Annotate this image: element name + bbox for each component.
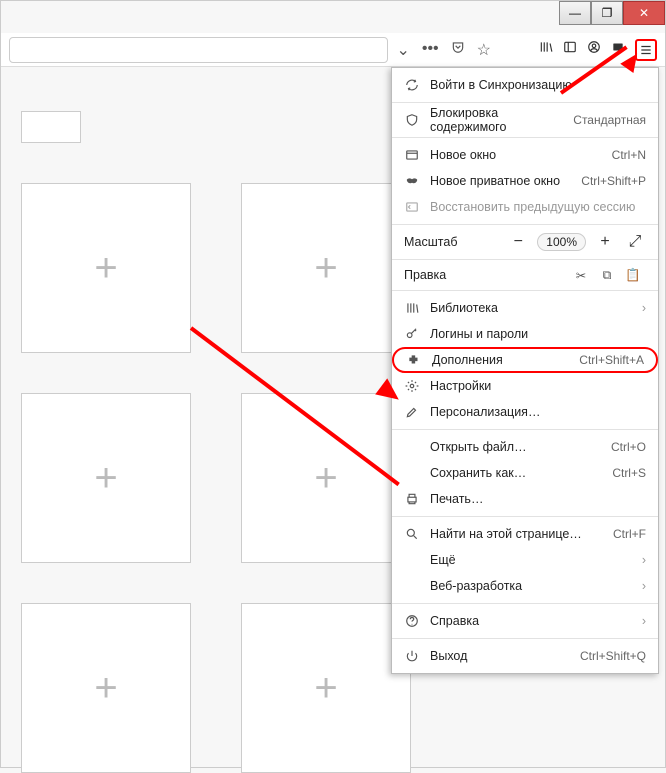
menu-item-content-blocking[interactable]: Блокировка содержимого Стандартная <box>392 107 658 133</box>
menu-label: Дополнения <box>432 353 569 367</box>
menu-item-restore-session: Восстановить предыдущую сессию <box>392 194 658 220</box>
help-icon <box>404 614 420 628</box>
menu-label: Справка <box>430 614 632 628</box>
restore-icon <box>404 200 420 214</box>
bookmark-star-icon[interactable]: ☆ <box>477 40 491 60</box>
menu-item-new-window[interactable]: Новое окно Ctrl+N <box>392 142 658 168</box>
menu-label: Блокировка содержимого <box>430 106 563 134</box>
menu-label: Веб-разработка <box>430 579 632 593</box>
maximize-button[interactable]: ❐ <box>591 1 623 25</box>
menu-zoom-row: Масштаб − 100% + ⤢ <box>392 225 658 259</box>
brush-icon <box>404 405 420 419</box>
window-controls: — ❐ ✕ <box>559 1 665 25</box>
toolbar: ⌄ ••• ☆ <box>1 33 665 67</box>
fullscreen-button[interactable]: ⤢ <box>624 231 646 253</box>
gear-icon <box>404 379 420 393</box>
menu-item-library[interactable]: Библиотека › <box>392 295 658 321</box>
menu-item-save-as[interactable]: Сохранить как… Ctrl+S <box>392 460 658 486</box>
shield-icon <box>404 113 420 127</box>
menu-label: Новое окно <box>430 148 602 162</box>
key-icon <box>404 327 420 341</box>
app-menu: Войти в Синхронизацию Блокировка содержи… <box>391 67 659 674</box>
top-site-tile[interactable]: + <box>21 393 191 563</box>
menu-label: Войти в Синхронизацию <box>430 78 646 92</box>
menu-shortcut: Ctrl+O <box>611 440 646 454</box>
menu-item-addons[interactable]: Дополнения Ctrl+Shift+A <box>392 347 658 373</box>
search-box-fragment[interactable] <box>21 111 81 143</box>
menu-item-sync[interactable]: Войти в Синхронизацию <box>392 72 658 98</box>
menu-shortcut: Ctrl+N <box>612 148 646 162</box>
top-site-tile[interactable]: + <box>241 603 411 773</box>
top-site-tile[interactable]: + <box>241 183 411 353</box>
history-dropdown-icon[interactable]: ⌄ <box>396 40 409 60</box>
top-site-tile[interactable]: + <box>241 393 411 563</box>
menu-shortcut: Ctrl+F <box>613 527 646 541</box>
menu-label: Открыть файл… <box>430 440 601 454</box>
menu-item-logins[interactable]: Логины и пароли <box>392 321 658 347</box>
menu-label: Новое приватное окно <box>430 174 571 188</box>
close-button[interactable]: ✕ <box>623 1 665 25</box>
chevron-right-icon: › <box>642 614 646 628</box>
menu-edit-row: Правка ✂ ⧉ 📋 <box>392 260 658 290</box>
top-site-tile[interactable]: + <box>21 603 191 773</box>
menu-shortcut: Ctrl+S <box>612 466 646 480</box>
menu-label: Ещё <box>430 553 632 567</box>
menu-label: Выход <box>430 649 570 663</box>
zoom-in-button[interactable]: + <box>594 231 616 253</box>
paste-button[interactable]: 📋 <box>620 268 646 283</box>
menu-label: Настройки <box>430 379 646 393</box>
library-icon <box>404 301 420 315</box>
chevron-right-icon: › <box>642 579 646 593</box>
menu-label: Библиотека <box>430 301 632 315</box>
menu-shortcut: Ctrl+Shift+P <box>581 174 646 188</box>
menu-item-exit[interactable]: Выход Ctrl+Shift+Q <box>392 643 658 669</box>
menu-label: Персонализация… <box>430 405 646 419</box>
edit-label: Правка <box>404 268 568 282</box>
puzzle-icon <box>406 353 422 367</box>
top-site-tile[interactable]: + <box>21 183 191 353</box>
sidebar-icon[interactable] <box>563 40 577 59</box>
menu-label: Восстановить предыдущую сессию <box>430 200 646 214</box>
account-icon[interactable] <box>587 40 601 59</box>
library-icon[interactable] <box>539 40 553 59</box>
chevron-right-icon: › <box>642 553 646 567</box>
mask-icon <box>404 174 420 188</box>
power-icon <box>404 649 420 663</box>
menu-label: Логины и пароли <box>430 327 646 341</box>
address-bar[interactable] <box>9 37 388 63</box>
copy-button[interactable]: ⧉ <box>594 268 620 283</box>
menu-item-print[interactable]: Печать… <box>392 486 658 512</box>
menu-item-webdev[interactable]: Веб-разработка › <box>392 573 658 599</box>
menu-item-find[interactable]: Найти на этой странице… Ctrl+F <box>392 521 658 547</box>
menu-label: Печать… <box>430 492 646 506</box>
search-icon <box>404 527 420 541</box>
menu-item-settings[interactable]: Настройки <box>392 373 658 399</box>
page-actions-icon[interactable]: ••• <box>422 40 439 60</box>
menu-value: Стандартная <box>573 113 646 127</box>
menu-item-private-window[interactable]: Новое приватное окно Ctrl+Shift+P <box>392 168 658 194</box>
chevron-right-icon: › <box>642 301 646 315</box>
cut-button[interactable]: ✂ <box>568 268 594 283</box>
menu-item-help[interactable]: Справка › <box>392 608 658 634</box>
menu-shortcut: Ctrl+Shift+Q <box>580 649 646 663</box>
print-icon <box>404 492 420 506</box>
menu-label: Сохранить как… <box>430 466 602 480</box>
window-icon <box>404 148 420 162</box>
minimize-button[interactable]: — <box>559 1 591 25</box>
pocket-icon[interactable] <box>451 40 465 60</box>
zoom-label: Масштаб <box>404 235 499 249</box>
menu-shortcut: Ctrl+Shift+A <box>579 353 644 367</box>
menu-item-more[interactable]: Ещё › <box>392 547 658 573</box>
menu-label: Найти на этой странице… <box>430 527 603 541</box>
zoom-out-button[interactable]: − <box>507 231 529 253</box>
menu-item-customize[interactable]: Персонализация… <box>392 399 658 425</box>
address-bar-icons: ⌄ ••• ☆ <box>388 40 499 60</box>
zoom-value[interactable]: 100% <box>537 233 586 251</box>
sync-icon <box>404 78 420 92</box>
menu-item-open-file[interactable]: Открыть файл… Ctrl+O <box>392 434 658 460</box>
